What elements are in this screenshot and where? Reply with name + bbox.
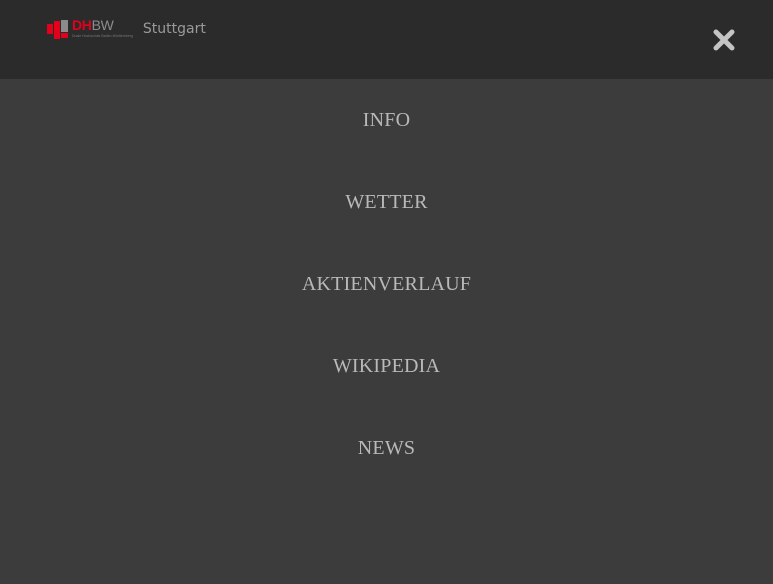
main-menu: INFO WETTER AKTIENVERLAUF WIKIPEDIA NEWS <box>0 79 773 489</box>
menu-link-aktienverlauf[interactable]: AKTIENVERLAUF <box>302 273 471 296</box>
menu-link-info[interactable]: INFO <box>363 109 410 132</box>
menu-item-news: NEWS <box>0 407 773 489</box>
top-bar: DHBW Duale Hochschule Baden-Württemberg … <box>0 0 773 79</box>
dhbw-logo[interactable]: DHBW Duale Hochschule Baden-Württemberg … <box>46 18 206 42</box>
menu-link-wetter[interactable]: WETTER <box>345 191 427 214</box>
logo-wordmark: DHBW Duale Hochschule Baden-Württemberg <box>72 18 133 38</box>
logo-city: Stuttgart <box>142 21 206 37</box>
menu-item-wikipedia: WIKIPEDIA <box>0 325 773 407</box>
logo-abbr-dh: DH <box>72 17 92 33</box>
logo-abbr-bw: BW <box>91 17 114 33</box>
dhbw-logo-mark-icon <box>47 20 68 39</box>
logo-tagline: Duale Hochschule Baden-Württemberg <box>72 34 133 38</box>
menu-item-aktienverlauf: AKTIENVERLAUF <box>0 243 773 325</box>
menu-item-wetter: WETTER <box>0 161 773 243</box>
close-menu-button[interactable] <box>712 28 736 52</box>
logo-abbreviation: DHBW <box>72 18 133 32</box>
menu-item-info: INFO <box>0 79 773 161</box>
menu-link-wikipedia[interactable]: WIKIPEDIA <box>333 355 440 378</box>
close-icon <box>713 29 735 51</box>
menu-link-news[interactable]: NEWS <box>358 437 415 460</box>
